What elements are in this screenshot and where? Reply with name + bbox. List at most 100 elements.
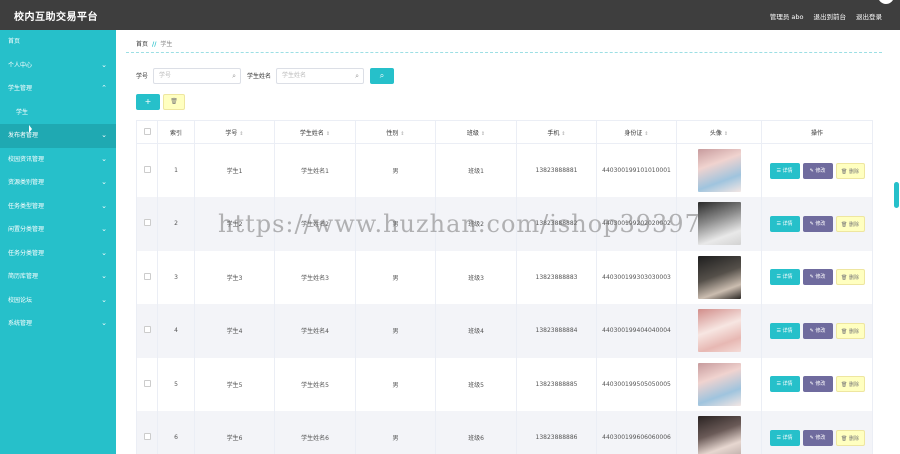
sort-icon[interactable]: ⇕ — [239, 131, 243, 137]
top-links: 管理员 abo 退出到前台 退出登录 — [770, 11, 882, 21]
table-cell: 学生姓名3 — [274, 250, 356, 304]
sort-icon[interactable]: ⇕ — [400, 131, 404, 137]
delete-button[interactable]: 🗑 删除 — [835, 215, 865, 232]
student-name-input[interactable] — [277, 68, 364, 83]
table-row[interactable]: 3 学生3 学生姓名3 男 班级3 13823888883 4403001993030300… — [136, 250, 873, 304]
cell-phone: 13823888882 — [535, 220, 578, 228]
avatar-image[interactable] — [697, 149, 741, 192]
sidebar-item[interactable]: 首页 — [0, 30, 116, 54]
cell-index: 4 — [174, 327, 178, 335]
add-button[interactable]: + — [136, 94, 160, 110]
column-header[interactable]: 学号 ⇕ — [194, 120, 275, 144]
row-checkbox[interactable] — [143, 326, 151, 334]
sidebar-item[interactable]: 资源类别管理 ⌄ — [0, 171, 116, 195]
detail-button[interactable]: ☰ 详情 — [769, 322, 800, 339]
cell-phone: 13823888883 — [535, 273, 578, 281]
detail-label: 详情 — [782, 167, 793, 174]
sidebar-item[interactable]: 任务分类管理 ⌄ — [0, 242, 116, 266]
delete-button[interactable]: 🗑 删除 — [835, 429, 865, 446]
logout-link[interactable]: 退出登录 — [856, 11, 882, 21]
edit-button[interactable]: ✎ 修改 — [802, 215, 833, 232]
select-all-checkbox[interactable] — [143, 127, 151, 135]
detail-label: 详情 — [782, 434, 793, 441]
student-no-field[interactable]: ⌕ — [153, 67, 242, 84]
sidebar-item[interactable]: 个人中心 ⌄ — [0, 54, 116, 78]
detail-button[interactable]: ☰ 详情 — [769, 215, 800, 232]
sidebar-item[interactable]: 学生管理 ⌃ — [0, 77, 116, 101]
column-header[interactable]: 身份证 ⇕ — [596, 120, 677, 144]
table-row[interactable]: 6 学生6 学生姓名6 男 班级6 13823888886 4403001996060600… — [136, 411, 873, 454]
column-label: 学号 — [225, 129, 238, 137]
avatar-image[interactable] — [697, 362, 741, 406]
delete-button[interactable]: 🗑 删除 — [835, 376, 865, 393]
breadcrumb-current: 学生 — [160, 41, 173, 48]
back-to-front-link[interactable]: 退出到前台 — [814, 11, 847, 21]
row-checkbox[interactable] — [143, 272, 151, 280]
sidebar-item[interactable]: 简历库管理 ⌄ — [0, 265, 116, 289]
detail-button[interactable]: ☰ 详情 — [769, 162, 800, 179]
admin-user-label[interactable]: 管理员 abo — [770, 11, 804, 21]
edit-button[interactable]: ✎ 修改 — [802, 162, 833, 179]
sidebar-item[interactable]: 任务类型管理 ⌄ — [0, 195, 116, 219]
sidebar-item[interactable]: 闲置分类管理 ⌄ — [0, 218, 116, 242]
edit-button[interactable]: ✎ 修改 — [802, 322, 833, 339]
table-cell: 学生姓名4 — [274, 304, 356, 358]
avatar-image[interactable] — [697, 255, 741, 299]
student-name-field[interactable]: ⌕ — [276, 67, 365, 84]
table-cell: 学生5 — [194, 357, 275, 411]
sidebar-item[interactable]: 校园论坛 ⌄ — [0, 289, 116, 313]
student-no-input[interactable] — [154, 68, 241, 83]
table-row[interactable]: 2 学生2 学生姓名2 男 班级2 13823888882 4403001992020200… — [136, 197, 873, 251]
sidebar-item[interactable]: 学生 — [0, 101, 116, 125]
sort-icon[interactable]: ⇕ — [561, 131, 565, 137]
column-header: 操作 — [761, 120, 873, 144]
detail-button[interactable]: ☰ 详情 — [769, 269, 800, 286]
sidebar-item[interactable]: 校园资讯管理 ⌄ — [0, 148, 116, 172]
cell-no: 学生3 — [226, 274, 243, 282]
edit-button[interactable]: ✎ 修改 — [802, 376, 833, 393]
edit-button[interactable]: ✎ 修改 — [802, 269, 833, 286]
avatar-image[interactable] — [697, 309, 741, 353]
edit-button[interactable]: ✎ 修改 — [802, 429, 833, 446]
select-all-cell — [136, 120, 158, 144]
detail-label: 详情 — [782, 274, 793, 281]
cell-id_card: 440300199101010001 — [602, 167, 671, 174]
sidebar-item[interactable]: 系统管理 ⌄ — [0, 312, 116, 336]
avatar-image[interactable] — [697, 416, 741, 454]
cell-index: 6 — [174, 434, 178, 442]
detail-button[interactable]: ☰ 详情 — [769, 376, 800, 393]
delete-button[interactable]: 🗑 删除 — [835, 322, 865, 339]
scrollbar-thumb[interactable] — [894, 182, 899, 208]
sidebar-item-label: 个人中心 — [8, 61, 33, 69]
sort-icon[interactable]: ⇕ — [326, 131, 330, 137]
breadcrumb-home[interactable]: 首页 — [136, 41, 148, 48]
batch-delete-button[interactable]: 🗑 — [163, 94, 185, 110]
sidebar-item[interactable]: 发布者管理 ⌄ — [0, 124, 116, 148]
avatar[interactable] — [878, 0, 894, 4]
trash-icon: 🗑 — [841, 221, 849, 228]
avatar-image[interactable] — [697, 202, 741, 246]
table-row[interactable]: 5 学生5 学生姓名5 男 班级5 13823888885 4403001995050500… — [136, 357, 873, 411]
table-cell: 班级3 — [435, 250, 517, 304]
column-header[interactable]: 学生姓名 ⇕ — [274, 120, 356, 144]
table-row[interactable]: 1 学生1 学生姓名1 男 班级1 13823888881 4403001991010100… — [136, 143, 873, 197]
row-checkbox[interactable] — [143, 219, 151, 227]
cell-cls: 班级1 — [468, 168, 484, 175]
column-header[interactable]: 手机 ⇕ — [516, 120, 597, 144]
row-checkbox[interactable] — [143, 433, 151, 441]
table-header-row: 索引 学号 ⇕ 学生姓名 ⇕ 性别 ⇕ 班级 ⇕ 手机 ⇕ 身份证 ⇕ 头像 ⇕ 操作 — [136, 120, 873, 144]
sort-icon[interactable]: ⇕ — [724, 131, 728, 137]
detail-button[interactable]: ☰ 详情 — [769, 429, 800, 446]
row-checkbox[interactable] — [143, 166, 151, 173]
row-checkbox[interactable] — [143, 379, 151, 387]
column-header[interactable]: 班级 ⇕ — [435, 120, 517, 144]
column-header[interactable]: 性别 ⇕ — [355, 120, 436, 144]
sort-icon[interactable]: ⇕ — [644, 131, 648, 137]
column-header[interactable]: 头像 ⇕ — [676, 120, 762, 144]
delete-button[interactable]: 🗑 删除 — [835, 269, 865, 286]
delete-button[interactable]: 🗑 删除 — [835, 162, 865, 179]
sort-icon[interactable]: ⇕ — [481, 131, 485, 137]
table-row[interactable]: 4 学生4 学生姓名4 男 班级4 13823888884 4403001994040400… — [136, 304, 873, 358]
search-button[interactable]: ⌕ — [370, 67, 395, 84]
trash-icon: 🗑 — [841, 435, 849, 442]
